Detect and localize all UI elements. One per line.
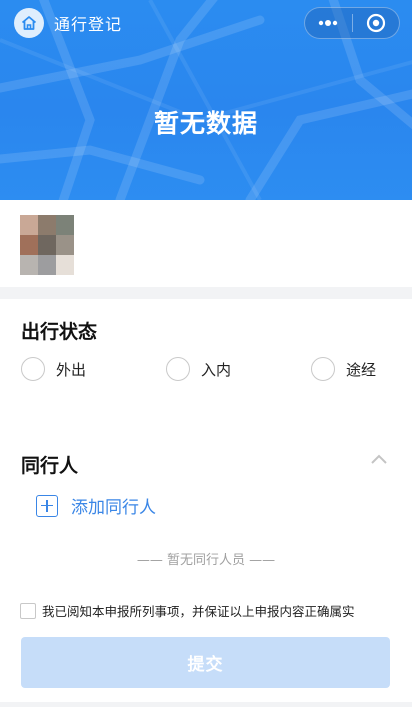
plus-icon bbox=[36, 494, 58, 517]
radio-label: 途经 bbox=[346, 360, 377, 379]
companions-title: 同行人 bbox=[21, 455, 79, 477]
agreement-row[interactable]: 我已阅知本申报所列事项，并保证以上申报内容正确属实 bbox=[20, 601, 355, 620]
nav-left: 通行登记 bbox=[14, 8, 122, 38]
radio-button[interactable] bbox=[166, 357, 190, 381]
agreement-checkbox[interactable] bbox=[20, 602, 36, 619]
radio-button[interactable] bbox=[311, 357, 335, 381]
radio-option-in[interactable]: 入内 bbox=[166, 357, 231, 381]
add-companion-button[interactable]: 添加同行人 bbox=[36, 493, 156, 518]
add-companion-label: 添加同行人 bbox=[71, 498, 156, 518]
form-card: 出行状态 外出 入内 途经 同行人 添加同行人 —— 暂无同行人员 —— 我已阅… bbox=[0, 299, 412, 702]
radio-label: 入内 bbox=[201, 360, 232, 379]
agreement-text: 我已阅知本申报所列事项，并保证以上申报内容正确属实 bbox=[42, 604, 355, 619]
radio-option-out[interactable]: 外出 bbox=[21, 357, 86, 381]
radio-label: 外出 bbox=[56, 360, 87, 379]
mini-program-capsule bbox=[304, 7, 400, 39]
chevron-up-icon[interactable] bbox=[370, 453, 388, 465]
avatar bbox=[20, 215, 74, 275]
more-button[interactable] bbox=[305, 19, 352, 27]
page-title: 通行登记 bbox=[54, 15, 123, 34]
home-button[interactable] bbox=[14, 8, 44, 38]
radio-option-via[interactable]: 途经 bbox=[311, 357, 376, 381]
more-dots-icon bbox=[319, 20, 338, 26]
header-banner: 通行登记 暂无数据 bbox=[0, 0, 412, 200]
submit-button[interactable]: 提交 bbox=[21, 637, 390, 688]
home-icon bbox=[21, 16, 37, 30]
close-button[interactable] bbox=[352, 13, 399, 33]
no-companions-text: —— 暂无同行人员 —— bbox=[136, 553, 276, 568]
banner-empty-text: 暂无数据 bbox=[153, 109, 258, 138]
close-circle-icon bbox=[366, 13, 385, 33]
travel-status-title: 出行状态 bbox=[21, 321, 98, 343]
profile-row bbox=[0, 200, 412, 287]
radio-button[interactable] bbox=[21, 357, 45, 381]
